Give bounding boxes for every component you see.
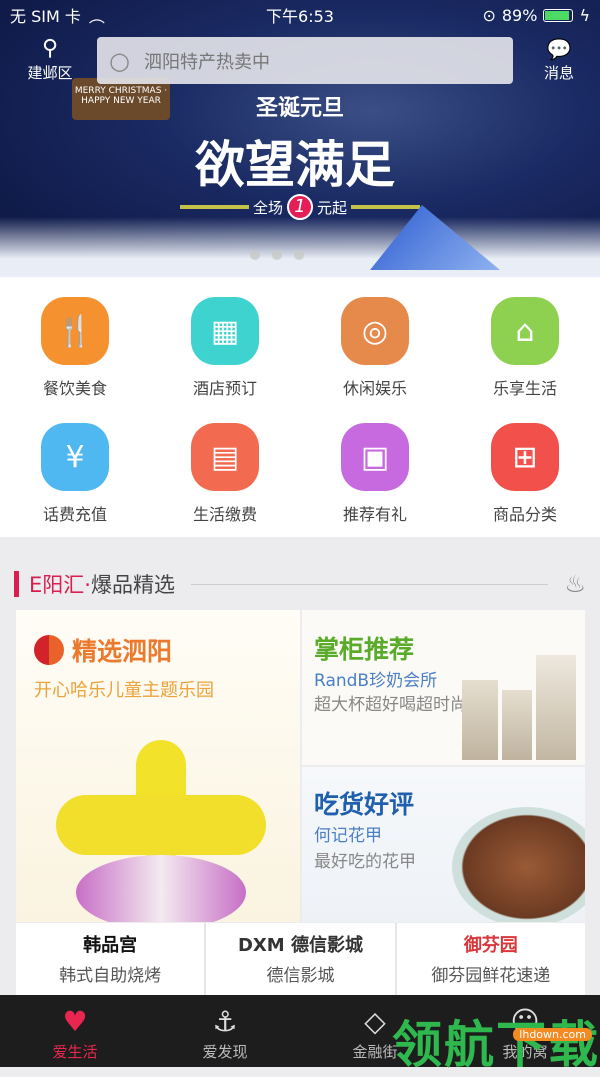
- category-film-reel[interactable]: ◎ 休闲娱乐: [300, 297, 450, 411]
- watermark-url: lhdown.com: [513, 1028, 592, 1041]
- card-name: RandB珍奶会所: [314, 671, 438, 691]
- section-header: E阳汇· 爆品精选 ♨: [14, 566, 586, 602]
- brand-label: 韩式自助烧烤: [59, 966, 162, 986]
- offer-prefix: 全场: [252, 198, 283, 217]
- category-label: 商品分类: [492, 505, 557, 524]
- tab-label: 爱生活: [52, 1043, 98, 1061]
- milk-tea-image: [462, 650, 582, 760]
- tab-2[interactable]: ⚓ 爱发现: [150, 995, 300, 1067]
- category-hotel[interactable]: ▦ 酒店预订: [150, 297, 300, 411]
- carousel-dot[interactable]: [272, 250, 282, 260]
- category-home-smile[interactable]: ⌂ 乐享生活: [450, 297, 600, 411]
- category-label: 乐享生活: [492, 379, 557, 398]
- carousel-dot[interactable]: [294, 250, 304, 260]
- anchor-icon: ⚓: [212, 1005, 238, 1038]
- heart-icon: ♥: [62, 1005, 88, 1038]
- clock: 下午6:53: [266, 7, 334, 26]
- category-label: 酒店预订: [192, 379, 257, 398]
- category-label: 休闲娱乐: [342, 379, 407, 398]
- search-icon: ○: [109, 46, 130, 75]
- category-grid[interactable]: ⊞ 商品分类: [450, 423, 600, 537]
- card-title: 精选泗阳: [72, 637, 173, 666]
- brand-item[interactable]: 御芬园御芬园鲜花速递: [396, 923, 585, 995]
- tab-label: 爱发现: [202, 1043, 248, 1061]
- brand-item[interactable]: 韩品宫 韩式自助烧烤: [16, 923, 205, 995]
- phone-yen-icon: ¥: [41, 423, 109, 491]
- hotel-icon: ▦: [191, 297, 259, 365]
- section-accent-bar: [14, 571, 19, 597]
- offer-number: 1: [287, 194, 313, 220]
- location-pin-icon: ⚲: [41, 36, 59, 61]
- category-label: 话费充值: [42, 505, 107, 524]
- brand-label: 御芬园鲜花速递: [431, 966, 551, 986]
- location-button[interactable]: ⚲ 建邺区: [20, 36, 80, 83]
- search-placeholder: 泗阳特产热卖中: [143, 51, 270, 73]
- gift-icon: ▣: [341, 423, 409, 491]
- brand-label: 德信影城: [266, 966, 335, 986]
- category-label: 餐饮美食: [42, 379, 107, 398]
- home-smile-icon: ⌂: [491, 297, 559, 365]
- utensils-icon: 🍴: [41, 297, 109, 365]
- carousel-dots[interactable]: [250, 250, 304, 260]
- brand-logo: 御芬园: [463, 935, 518, 956]
- brand-row: 韩品宫 韩式自助烧烤 DXM 德信影城 德信影城 御芬园 御芬园鲜花速递: [16, 923, 585, 995]
- messages-label: 消息: [543, 64, 574, 82]
- banner-headline: 欲望满足: [195, 135, 395, 194]
- category-bill[interactable]: ▤ 生活缴费: [150, 423, 300, 537]
- card-title: 吃货好评: [314, 790, 415, 819]
- location-label: 建邺区: [27, 64, 73, 82]
- banner-offer: 全场 1 元起: [180, 194, 420, 220]
- clams-dish-image: [452, 807, 585, 922]
- status-bar: 无 SIM 卡 ︵ 下午6:53 ⊙ 89% ϟ: [0, 0, 600, 30]
- category-label: 生活缴费: [192, 505, 257, 524]
- card-name: 何记花甲: [314, 826, 382, 846]
- octopus-ride-image: [56, 740, 266, 922]
- search-input[interactable]: ○ 泗阳特产热卖中: [97, 37, 513, 84]
- banner-snow: [0, 217, 600, 277]
- brand-logo: DXM 德信影城: [237, 935, 363, 956]
- grid-icon: ⊞: [491, 423, 559, 491]
- category-gift[interactable]: ▣ 推荐有礼: [300, 423, 450, 537]
- offer-suffix: 元起: [317, 198, 348, 217]
- featured-card-top-right[interactable]: 掌柜推荐 RandB珍奶会所 超大杯超好喝超时尚: [302, 610, 585, 765]
- category-utensils[interactable]: 🍴 餐饮美食: [0, 297, 150, 411]
- section-brand: E阳汇·: [29, 573, 91, 597]
- messages-button[interactable]: 💬 消息: [534, 36, 584, 83]
- featured-card-bottom-right[interactable]: 吃货好评 何记花甲 最好吃的花甲: [302, 767, 585, 922]
- featured-card-left[interactable]: 精选泗阳 开心哈乐儿童主题乐园: [16, 610, 300, 922]
- film-reel-icon: ◎: [341, 297, 409, 365]
- category-grid: 🍴 餐饮美食 ▦ 酒店预订 ◎ 休闲娱乐 ⌂ 乐享生活 ¥ 话费充值 ▤ 生活缴费 ▣ 推荐有礼 ⊞ 商品分类: [0, 277, 600, 537]
- card-desc: 最好吃的花甲: [314, 852, 416, 872]
- carousel-dot[interactable]: [250, 250, 260, 260]
- christmas-sign: MERRY CHRISTMAS · HAPPY NEW YEAR: [72, 78, 170, 120]
- card-subtitle: 开心哈乐儿童主题乐园: [34, 680, 214, 701]
- sihong-logo-icon: [34, 635, 64, 665]
- category-phone-yen[interactable]: ¥ 话费充值: [0, 423, 150, 537]
- tab-1[interactable]: ♥ 爱生活: [0, 995, 150, 1067]
- watermark-logo: 领航下载: [392, 1016, 600, 1074]
- section-title: 爆品精选: [90, 573, 175, 597]
- brand-item[interactable]: DXM 德信影城 德信影城: [206, 923, 395, 995]
- chat-bubble-icon: 💬: [546, 37, 572, 61]
- card-desc: 超大杯超好喝超时尚: [314, 695, 467, 715]
- flame-icon: ♨: [564, 570, 586, 598]
- category-label: 推荐有礼: [342, 505, 407, 524]
- card-title: 掌柜推荐: [314, 635, 415, 664]
- banner-tagline: 圣诞元旦: [255, 96, 344, 121]
- divider: [190, 583, 549, 585]
- bill-icon: ▤: [191, 423, 259, 491]
- brand-logo: 韩品宫: [83, 935, 138, 956]
